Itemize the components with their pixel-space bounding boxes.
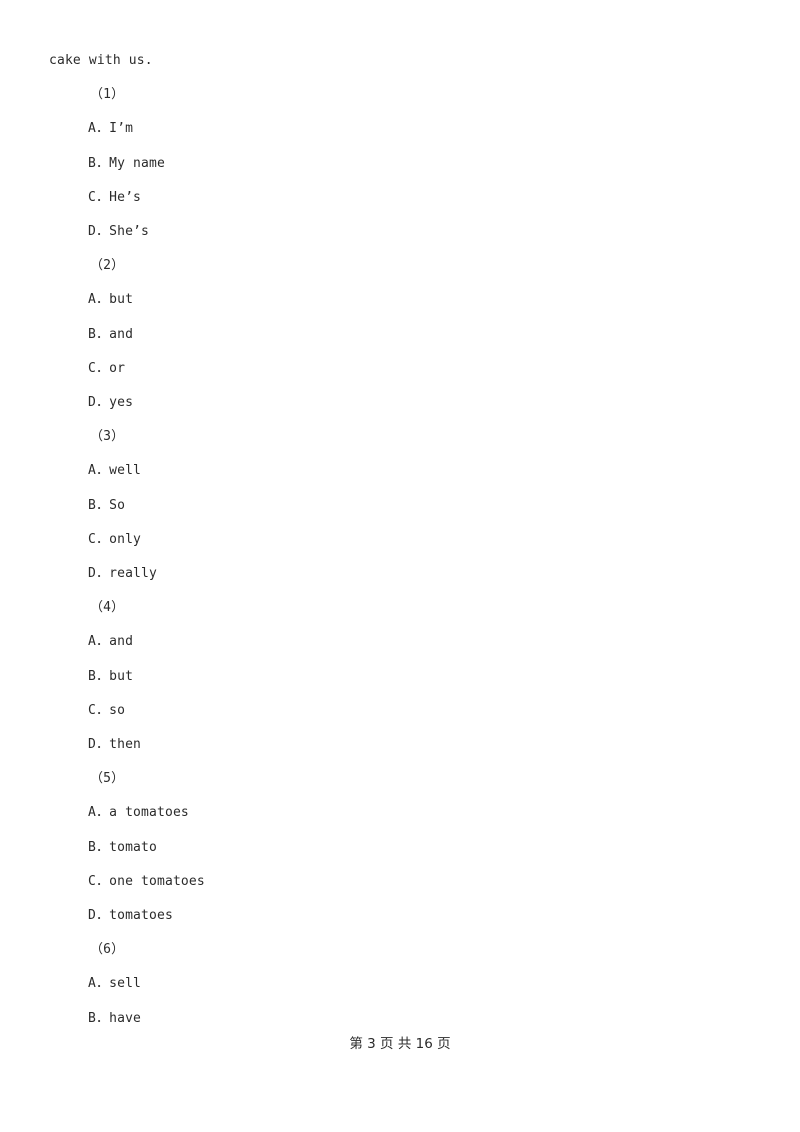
question-number-3: （3） — [90, 429, 125, 445]
question-3-option-0: A．well — [88, 463, 142, 479]
question-3-option-1: B．So — [88, 497, 126, 513]
document-page: cake with us. （1） A．I’m B．My name C．He’s D．Sh… — [0, 0, 800, 1132]
question-2-option-0: A．but — [88, 292, 134, 308]
question-5-option-1: B．tomato — [88, 839, 157, 855]
question-5-option-3: D．tomatoes — [88, 908, 173, 923]
question-number-1: （1） — [90, 87, 125, 103]
question-1-option-1: B．My name — [88, 155, 165, 171]
question-number-5: （5） — [90, 771, 125, 787]
question-number-6: （6） — [90, 942, 125, 958]
question-3-option-2: C．only — [88, 531, 142, 547]
passage-stem-fragment: cake with us. — [49, 53, 153, 68]
question-number-2: （2） — [90, 258, 125, 274]
question-1-option-2: C．He’s — [88, 189, 142, 205]
question-5-option-2: C．one tomatoes — [88, 873, 205, 889]
question-5-option-0: A．a tomatoes — [88, 805, 189, 821]
question-4-option-0: A．and — [88, 634, 134, 650]
question-6-option-0: A．sell — [88, 976, 142, 992]
question-4-option-1: B．but — [88, 668, 134, 684]
question-3-option-3: D．really — [88, 566, 157, 581]
question-2-option-1: B．and — [88, 326, 134, 342]
question-6-option-1: B．have — [88, 1010, 142, 1026]
question-4-option-3: D．then — [88, 737, 142, 752]
page-footer: 第 3 页 共 16 页 — [349, 1036, 451, 1052]
question-4-option-2: C．so — [88, 702, 126, 718]
question-2-option-3: D．yes — [88, 395, 134, 410]
question-1-option-3: D．She’s — [88, 224, 150, 239]
question-number-4: （4） — [90, 600, 125, 616]
question-1-option-0: A．I’m — [88, 121, 134, 137]
question-2-option-2: C．or — [88, 360, 126, 376]
